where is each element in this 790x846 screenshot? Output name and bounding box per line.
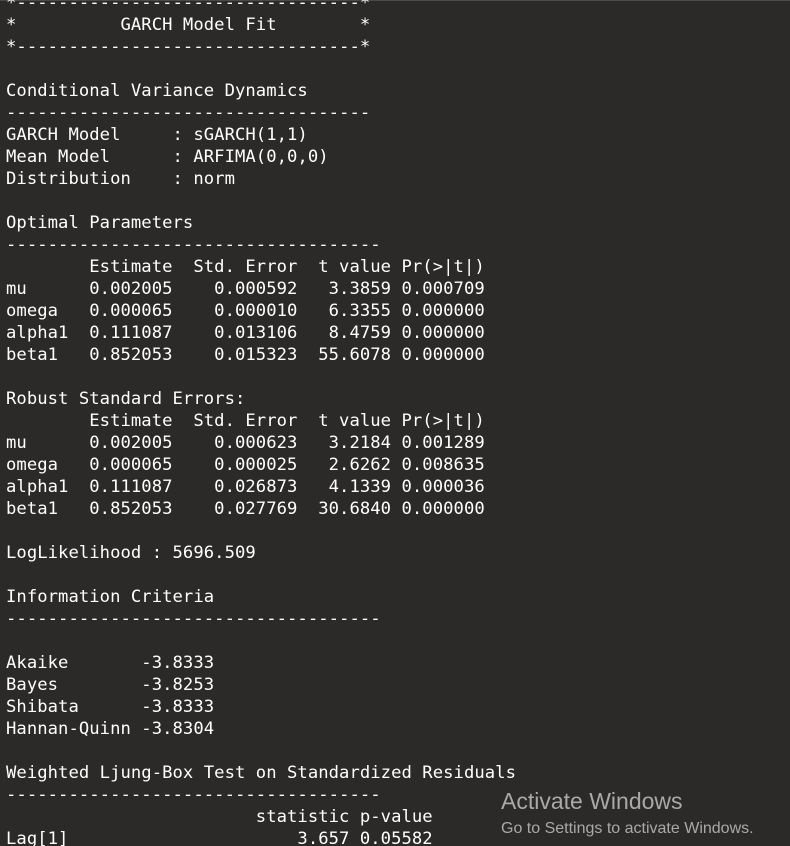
optimal-row-beta1: beta1 0.852053 0.015323 55.6078 0.000000 [6,345,485,365]
robust-table-header: Estimate Std. Error t value Pr(>|t|) [6,411,485,431]
section-separator: ------------------------------------ [6,609,381,629]
optimal-table-header: Estimate Std. Error t value Pr(>|t|) [6,257,485,277]
section-title-information-criteria: Information Criteria [6,587,215,607]
section-separator: ------------------------------------ [6,785,381,805]
section-title-robust-errors: Robust Standard Errors: [6,389,246,409]
watermark-subtitle: Go to Settings to activate Windows. [501,820,754,837]
robust-row-beta1: beta1 0.852053 0.027769 30.6840 0.000000 [6,499,485,519]
section-title-optimal-parameters: Optimal Parameters [6,213,194,233]
mean-model-line: Mean Model : ARFIMA(0,0,0) [6,147,329,167]
criteria-row-akaike: Akaike -3.8333 [6,653,215,673]
garch-model-line: GARCH Model : sGARCH(1,1) [6,125,308,145]
section-separator: ----------------------------------- [6,103,371,123]
criteria-row-shibata: Shibata -3.8333 [6,697,215,717]
ljung-box-header: statistic p-value [6,807,433,827]
robust-row-alpha1: alpha1 0.111087 0.026873 4.1339 0.000036 [6,477,485,497]
header-border-bottom: *---------------------------------* [6,37,371,57]
watermark-title: Activate Windows [501,788,683,814]
activate-windows-watermark: Activate Windows Go to Settings to activ… [501,786,754,840]
robust-row-mu: mu 0.002005 0.000623 3.2184 0.001289 [6,433,485,453]
loglikelihood-line: LogLikelihood : 5696.509 [6,543,256,563]
ljung-box-row-lag1: Lag[1] 3.657 0.05582 [6,829,433,846]
section-title-ljung-box: Weighted Ljung-Box Test on Standardized … [6,763,516,783]
criteria-row-hannan-quinn: Hannan-Quinn -3.8304 [6,719,215,739]
criteria-row-bayes: Bayes -3.8253 [6,675,215,695]
section-separator: ------------------------------------ [6,235,381,255]
optimal-row-alpha1: alpha1 0.111087 0.013106 8.4759 0.000000 [6,323,485,343]
optimal-row-mu: mu 0.002005 0.000592 3.3859 0.000709 [6,279,485,299]
header-title: * GARCH Model Fit * [6,15,371,35]
header-border-top: *---------------------------------* [6,0,371,13]
optimal-row-omega: omega 0.000065 0.000010 6.3355 0.000000 [6,301,485,321]
robust-row-omega: omega 0.000065 0.000025 2.6262 0.008635 [6,455,485,475]
r-console-window[interactable]: *---------------------------------* * GAR… [0,0,790,846]
distribution-line: Distribution : norm [6,169,235,189]
console-output[interactable]: *---------------------------------* * GAR… [6,0,516,846]
section-title-variance-dynamics: Conditional Variance Dynamics [6,81,308,101]
